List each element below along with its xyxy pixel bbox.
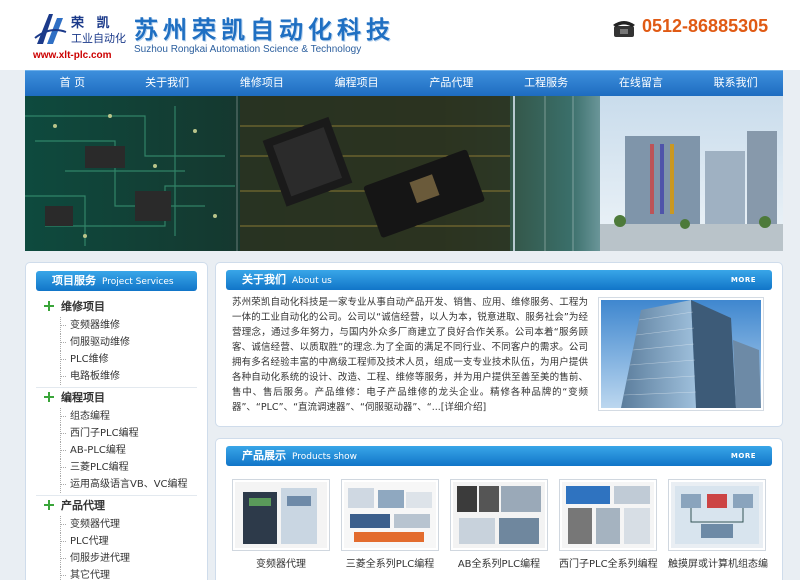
sidebar-link-board-repair[interactable]: 电路板维修: [26, 368, 207, 385]
services-sidebar: 项目服务 Project Services 维修项目 变频器维修 伺服驱动维修 P…: [25, 262, 208, 580]
about-title: 关于我们 About us MORE: [226, 270, 772, 290]
category-agency-list: 变频器代理 PLC代理 伺服步进代理 其它代理: [26, 516, 207, 580]
sidebar-link-scada-programming[interactable]: 组态编程: [26, 408, 207, 425]
company-name-en: Suzhou Rongkai Automation Science & Tech…: [134, 44, 362, 55]
product-thumbnail: [668, 479, 766, 551]
building-graphic: [601, 300, 761, 408]
product-card[interactable]: 变频器代理: [232, 479, 330, 579]
company-logo[interactable]: 荣 凯 工业自动化 www.xlt-plc.com: [33, 8, 126, 62]
product-caption: 变频器代理: [256, 559, 306, 570]
sidebar-link-inverter-repair[interactable]: 变频器维修: [26, 317, 207, 334]
product-caption: AB全系列PLC编程: [457, 559, 541, 570]
logo-mark-icon: [34, 14, 67, 44]
nav-item-programming[interactable]: 编程项目: [309, 71, 404, 97]
nav-item-about[interactable]: 关于我们: [120, 71, 215, 97]
product-card[interactable]: 触摸屏或计算机组态编: [668, 479, 768, 579]
about-text: 苏州荣凯自动化科技是一家专业从事自动产品开发、销售、应用、维修服务、工程为一体的…: [232, 295, 588, 415]
products-panel: 产品展示 Products show MORE 变频器代理 三菱全系列PLC编程 …: [215, 438, 783, 580]
sidebar-link-inverter-agency[interactable]: 变频器代理: [26, 516, 207, 533]
product-caption: 三菱全系列PLC编程: [345, 559, 435, 570]
sidebar-link-siemens-plc[interactable]: 西门子PLC编程: [26, 425, 207, 442]
product-thumbnail: [232, 479, 330, 551]
logo-subtitle: 工业自动化: [71, 32, 126, 45]
about-title-cn: 关于我们: [242, 273, 286, 286]
nav-item-agency[interactable]: 产品代理: [404, 71, 499, 97]
product-caption: 西门子PLC全系列编程: [559, 559, 658, 570]
services-title-cn: 项目服务: [52, 274, 96, 287]
product-row: 变频器代理 三菱全系列PLC编程 AB全系列PLC编程 西门子PLC全系列编程 …: [232, 479, 772, 579]
sidebar-link-plc-agency[interactable]: PLC代理: [26, 533, 207, 550]
products-title-cn: 产品展示: [242, 449, 286, 462]
product-card[interactable]: 三菱全系列PLC编程: [341, 479, 439, 579]
products-title: 产品展示 Products show MORE: [226, 446, 772, 466]
plus-icon: [44, 500, 54, 510]
nav-item-message[interactable]: 在线留言: [594, 71, 689, 97]
about-more-link[interactable]: MORE: [731, 270, 756, 290]
category-programming-list: 组态编程 西门子PLC编程 AB-PLC编程 三菱PLC编程 运用高级语言VB、…: [26, 408, 207, 493]
phone-number: 0512-86885305: [642, 16, 769, 36]
product-thumbnail: [450, 479, 548, 551]
about-detail-link[interactable]: [详细介绍]: [441, 402, 486, 413]
sidebar-link-other-agency[interactable]: 其它代理: [26, 567, 207, 580]
products-title-en: Products show: [292, 452, 357, 462]
services-title: 项目服务 Project Services: [36, 271, 197, 291]
about-building-image: [598, 297, 764, 411]
sidebar-link-servo-repair[interactable]: 伺服驱动维修: [26, 334, 207, 351]
about-body: 苏州荣凯自动化科技是一家专业从事自动产品开发、销售、应用、维修服务、工程为一体的…: [232, 297, 588, 413]
logo-url: www.xlt-plc.com: [33, 50, 112, 61]
plus-icon: [44, 392, 54, 402]
company-name-cn: 苏州荣凯自动化科技: [134, 16, 395, 44]
product-thumbnail: [559, 479, 657, 551]
banner-graphic: [25, 96, 783, 251]
sidebar-link-ab-plc[interactable]: AB-PLC编程: [26, 442, 207, 459]
product-card[interactable]: 西门子PLC全系列编程: [559, 479, 658, 579]
nav-item-home[interactable]: 首 页: [25, 71, 120, 97]
category-agency[interactable]: 产品代理: [26, 496, 207, 516]
product-card[interactable]: AB全系列PLC编程: [450, 479, 548, 579]
product-thumbnail: [341, 479, 439, 551]
nav-item-contact[interactable]: 联系我们: [688, 71, 783, 97]
services-title-en: Project Services: [102, 277, 174, 287]
nav-item-engineering[interactable]: 工程服务: [499, 71, 594, 97]
plus-icon: [44, 301, 54, 311]
about-title-en: About us: [292, 276, 332, 286]
about-panel: 关于我们 About us MORE 苏州荣凯自动化科技是一家专业从事自动产品开发…: [215, 262, 783, 427]
sidebar-link-mitsubishi-plc[interactable]: 三菱PLC编程: [26, 459, 207, 476]
category-repair-list: 变频器维修 伺服驱动维修 PLC维修 电路板维修: [26, 317, 207, 385]
main-nav: 首 页 关于我们 维修项目 编程项目 产品代理 工程服务 在线留言 联系我们: [25, 70, 783, 96]
products-more-link[interactable]: MORE: [731, 446, 756, 466]
category-repair[interactable]: 维修项目: [26, 297, 207, 317]
telephone-icon: [613, 21, 635, 37]
banner-image: [25, 96, 783, 251]
nav-item-repair[interactable]: 维修项目: [215, 71, 310, 97]
product-caption: 触摸屏或计算机组态编: [668, 559, 768, 570]
site-header: 荣 凯 工业自动化 www.xlt-plc.com 苏州荣凯自动化科技 Suzh…: [0, 0, 800, 70]
sidebar-link-servo-agency[interactable]: 伺服步进代理: [26, 550, 207, 567]
category-programming[interactable]: 编程项目: [26, 388, 207, 408]
logo-name: 荣 凯: [71, 16, 114, 31]
sidebar-link-vb-vc[interactable]: 运用高级语言VB、VC编程: [26, 476, 207, 493]
sidebar-link-plc-repair[interactable]: PLC维修: [26, 351, 207, 368]
